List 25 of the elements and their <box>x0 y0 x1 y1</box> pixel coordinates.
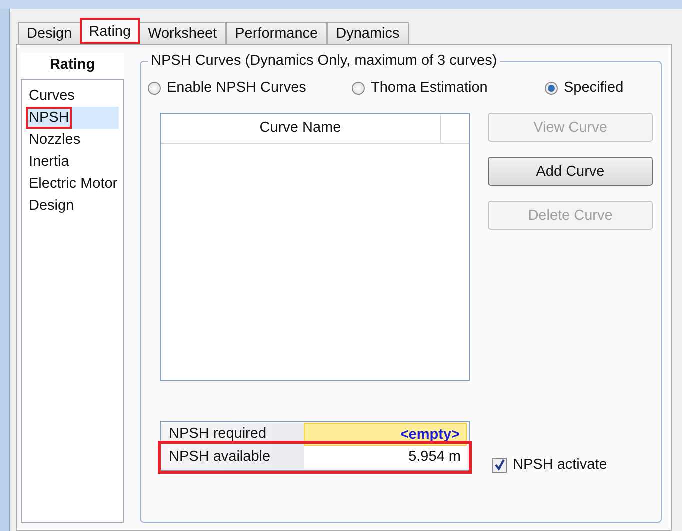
tab[interactable]: Performance <box>226 22 328 44</box>
sidebar-item[interactable]: NPSH <box>26 107 119 129</box>
radio-option[interactable]: Enable NPSH Curves <box>148 80 352 96</box>
sidebar-item[interactable]: Curves <box>26 85 119 107</box>
group-title: NPSH Curves (Dynamics Only, maximum of 3 curves) <box>148 52 500 70</box>
radio-option[interactable]: Specified <box>545 80 624 96</box>
checkbox-option[interactable]: NPSH activate <box>492 457 608 473</box>
radio-icon[interactable] <box>545 82 558 94</box>
property-value[interactable]: 5.954 m <box>304 446 467 469</box>
column-header[interactable]: Curve Name <box>161 114 441 143</box>
checkbox[interactable] <box>492 458 507 472</box>
tab[interactable]: Worksheet <box>139 22 226 44</box>
sidebar-item[interactable]: Nozzles <box>26 129 119 151</box>
action-button[interactable]: Add Curve <box>488 157 653 186</box>
radio-icon[interactable] <box>352 82 365 94</box>
tab[interactable]: Design <box>18 22 82 44</box>
checkmark-icon <box>494 459 506 471</box>
sidebar-item[interactable]: Inertia <box>26 151 119 173</box>
sidebar-item[interactable]: Electric Motor <box>26 173 119 195</box>
tab[interactable]: Dynamics <box>327 22 409 44</box>
sidebar-item[interactable]: Design <box>26 195 119 217</box>
radio-option[interactable]: Thoma Estimation <box>352 80 545 96</box>
sidebar-title: Rating <box>21 53 124 77</box>
radio-icon[interactable] <box>148 82 161 94</box>
tab[interactable]: Rating <box>80 18 140 44</box>
